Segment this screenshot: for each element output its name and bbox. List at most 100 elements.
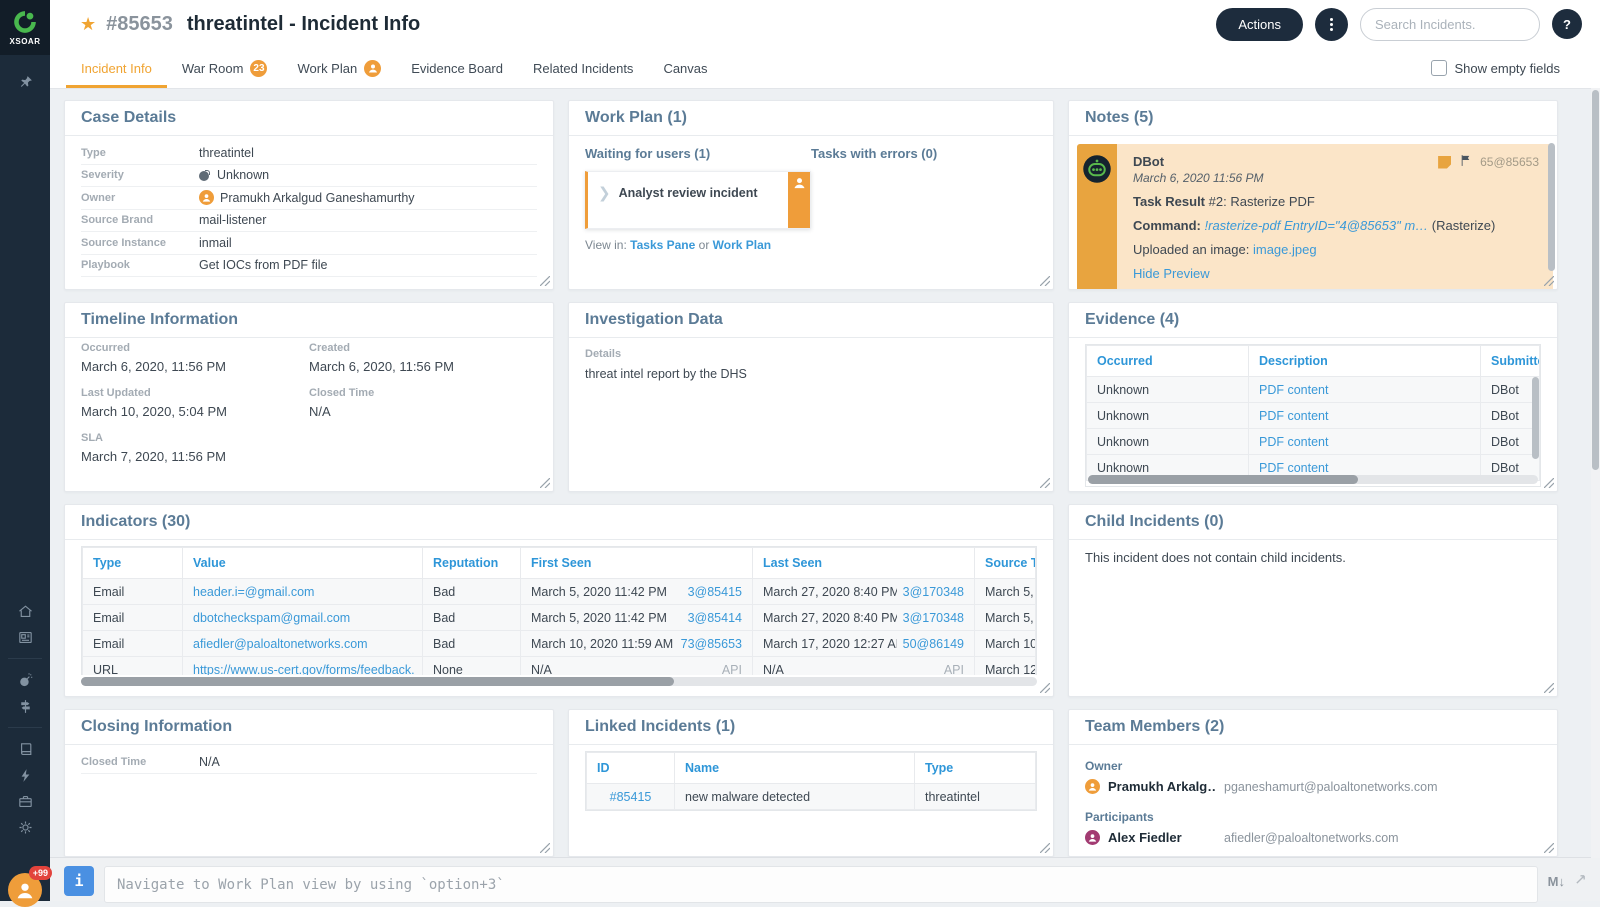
cli-input[interactable]: Navigate to Work Plan view by using `opt… xyxy=(104,866,1538,903)
image-link[interactable]: image.jpeg xyxy=(1253,242,1317,257)
expand-icon[interactable] xyxy=(1575,872,1586,890)
pdf-content-link[interactable]: PDF content xyxy=(1259,461,1328,475)
indicator-value-link[interactable]: header.i=@gmail.com xyxy=(193,585,314,599)
indicators-horizontal-scrollbar[interactable] xyxy=(81,677,1037,686)
entry-link[interactable]: 3@85414 xyxy=(688,611,742,625)
tab-war-room[interactable]: War Room23 xyxy=(167,48,283,88)
indicator-row[interactable]: Email dbotcheckspam@gmail.com Bad March … xyxy=(83,605,1036,631)
page-scrollbar[interactable] xyxy=(1591,88,1600,858)
note-task-result: Task Result #2: Rasterize PDF xyxy=(1133,194,1539,209)
pdf-content-link[interactable]: PDF content xyxy=(1259,383,1328,397)
resize-handle[interactable] xyxy=(1040,478,1050,488)
indicators-col-value[interactable]: Value xyxy=(183,548,423,579)
indicator-value-link[interactable]: https://www.us-cert.gov/forms/feedback. xyxy=(193,663,415,676)
linked-col-name[interactable]: Name xyxy=(675,753,915,784)
jobs-briefcase-icon[interactable] xyxy=(0,788,50,814)
command-link[interactable]: !rasterize-pdf EntryID="4@85653" m… xyxy=(1205,218,1429,233)
evidence-row[interactable]: UnknownPDF contentDBot xyxy=(1087,403,1540,429)
entry-link[interactable]: 73@85653 xyxy=(681,637,742,651)
hide-preview-link[interactable]: Hide Preview xyxy=(1133,266,1210,281)
help-button[interactable]: ? xyxy=(1552,9,1582,39)
tab-work-plan[interactable]: Work Plan xyxy=(282,48,396,88)
flag-icon[interactable] xyxy=(1459,154,1472,170)
actions-button[interactable]: Actions xyxy=(1216,8,1303,41)
automation-bolt-icon[interactable] xyxy=(0,762,50,788)
tab-evidence-board[interactable]: Evidence Board xyxy=(396,48,518,88)
xsoar-incident-page: XSOAR +99 ★ #85653 threatintel - In xyxy=(0,0,1600,901)
evidence-col-description[interactable]: Description xyxy=(1249,346,1481,377)
page-scrollbar-thumb[interactable] xyxy=(1592,90,1599,470)
resize-handle[interactable] xyxy=(1544,478,1554,488)
indicator-row[interactable]: URL https://www.us-cert.gov/forms/feedba… xyxy=(83,657,1036,676)
indicator-row[interactable]: Email header.i=@gmail.com Bad March 5, 2… xyxy=(83,579,1036,605)
indicators-col-first-seen[interactable]: First Seen xyxy=(521,548,753,579)
participants-label: Participants xyxy=(1085,810,1541,824)
resize-handle[interactable] xyxy=(1544,683,1554,693)
indicators-signpost-icon[interactable] xyxy=(0,693,50,719)
linked-incident-link[interactable]: #85415 xyxy=(610,790,652,804)
evidence-horizontal-scrollbar[interactable] xyxy=(1088,475,1538,484)
evidence-row[interactable]: UnknownPDF contentDBot xyxy=(1087,377,1540,403)
entry-link[interactable]: 3@85415 xyxy=(688,585,742,599)
linked-incident-row[interactable]: #85415 new malware detected threatintel xyxy=(587,784,1036,810)
user-menu[interactable]: +99 xyxy=(8,873,42,907)
dashboards-icon[interactable] xyxy=(0,624,50,650)
entry-link[interactable]: 50@86149 xyxy=(903,637,964,651)
indicators-col-reputation[interactable]: Reputation xyxy=(423,548,521,579)
indicators-col-type[interactable]: Type xyxy=(83,548,183,579)
panel-investigation-data: Investigation Data Details threat intel … xyxy=(568,302,1054,492)
field-severity: SeverityUnknown xyxy=(81,165,537,188)
settings-gear-icon[interactable] xyxy=(0,814,50,840)
cli-prompt-icon[interactable]: i xyxy=(64,866,94,896)
task-card[interactable]: ❯ Analyst review incident xyxy=(585,171,811,229)
search-input[interactable] xyxy=(1360,8,1540,41)
xsoar-logo[interactable]: XSOAR xyxy=(0,0,50,55)
resize-handle[interactable] xyxy=(1040,276,1050,286)
evidence-row[interactable]: UnknownPDF contentDBot xyxy=(1087,429,1540,455)
playbooks-icon[interactable] xyxy=(0,736,50,762)
resize-handle[interactable] xyxy=(540,276,550,286)
indicator-row[interactable]: Email afiedler@paloaltonetworks.com Bad … xyxy=(83,631,1036,657)
home-icon[interactable] xyxy=(0,598,50,624)
pdf-content-link[interactable]: PDF content xyxy=(1259,409,1328,423)
show-empty-fields-checkbox[interactable] xyxy=(1431,60,1447,76)
favorite-star-icon[interactable]: ★ xyxy=(80,14,96,35)
evidence-col-submitter[interactable]: Submitter xyxy=(1481,346,1540,377)
tab-canvas[interactable]: Canvas xyxy=(648,48,722,88)
resize-handle[interactable] xyxy=(1544,276,1554,286)
pin-icon[interactable] xyxy=(0,69,50,95)
tab-incident-info[interactable]: Incident Info xyxy=(66,48,167,88)
indicator-value-link[interactable]: dbotcheckspam@gmail.com xyxy=(193,611,350,625)
resize-handle[interactable] xyxy=(540,843,550,853)
evidence-col-occurred[interactable]: Occurred xyxy=(1087,346,1249,377)
field-closed-time: Closed TimeN/A xyxy=(81,751,537,774)
indicators-col-source-time[interactable]: Source Time xyxy=(975,548,1036,579)
entry-link[interactable]: 3@170348 xyxy=(903,611,964,625)
resize-handle[interactable] xyxy=(540,478,550,488)
indicators-col-last-seen[interactable]: Last Seen xyxy=(753,548,975,579)
note-icon[interactable] xyxy=(1438,156,1451,169)
note-author-rail xyxy=(1077,144,1117,290)
linked-col-type[interactable]: Type xyxy=(915,753,1036,784)
incidents-bomb-icon[interactable] xyxy=(0,667,50,693)
work-plan-link[interactable]: Work Plan xyxy=(713,238,771,252)
resize-handle[interactable] xyxy=(1040,843,1050,853)
resize-handle[interactable] xyxy=(1040,683,1050,693)
tasks-pane-link[interactable]: Tasks Pane xyxy=(630,238,695,252)
evidence-vertical-scrollbar[interactable] xyxy=(1532,377,1539,459)
field-playbook: PlaybookGet IOCs from PDF file xyxy=(81,255,537,278)
linked-col-id[interactable]: ID xyxy=(587,753,675,784)
sidebar-divider xyxy=(8,727,42,728)
markdown-icon[interactable]: M↓ xyxy=(1548,874,1565,889)
pdf-content-link[interactable]: PDF content xyxy=(1259,435,1328,449)
entry-link[interactable]: 3@170348 xyxy=(903,585,964,599)
indicator-value-link[interactable]: afiedler@paloaltonetworks.com xyxy=(193,637,368,651)
tab-related-incidents[interactable]: Related Incidents xyxy=(518,48,648,88)
field-sla: SLAMarch 7, 2020, 11:56 PM xyxy=(81,432,309,464)
kebab-icon xyxy=(1330,23,1333,26)
panel-linked-incidents: Linked Incidents (1) ID Name Type #85415 xyxy=(568,709,1054,857)
notes-scrollbar[interactable] xyxy=(1548,143,1555,271)
resize-handle[interactable] xyxy=(1544,843,1554,853)
user-avatar[interactable]: +99 xyxy=(8,873,42,907)
more-options-button[interactable] xyxy=(1315,8,1348,41)
